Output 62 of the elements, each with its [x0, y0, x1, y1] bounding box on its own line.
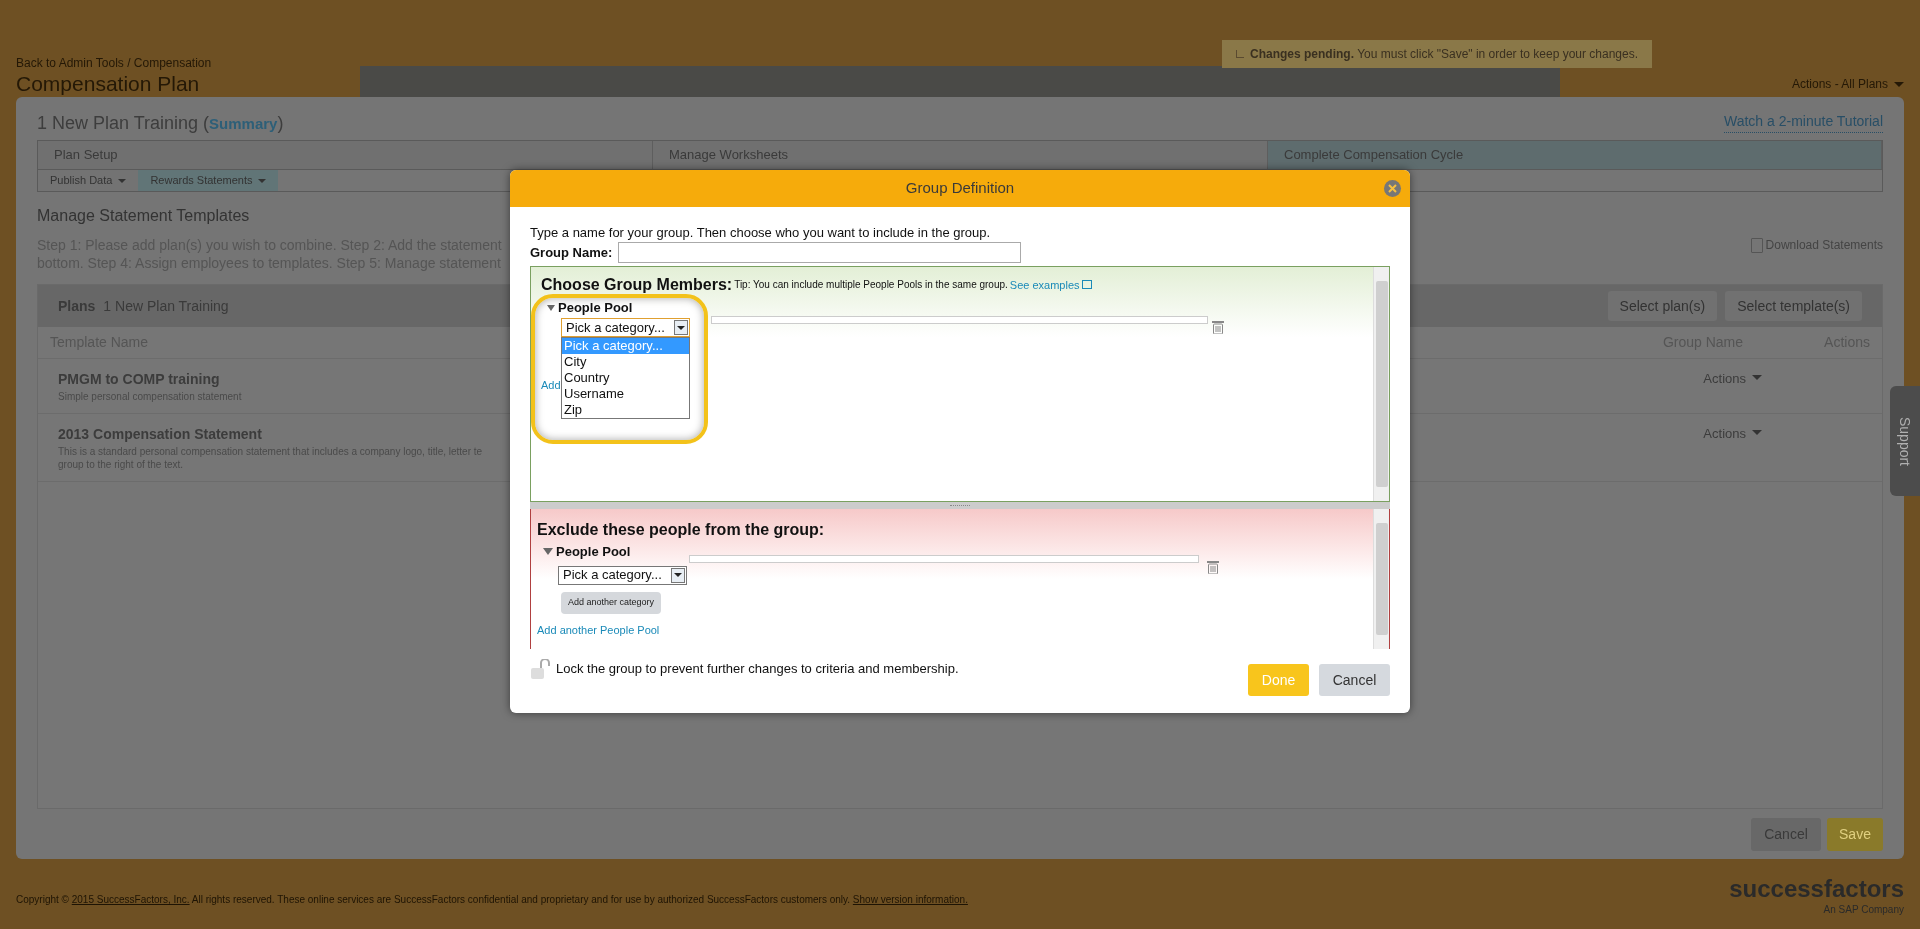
add-link[interactable]: Add [541, 377, 561, 394]
pool-heading: People Pool [558, 299, 633, 317]
dropdown-option[interactable]: Zip [562, 402, 689, 418]
expand-icon[interactable] [543, 548, 553, 556]
add-category-button[interactable]: Add another category [561, 591, 661, 614]
version-link[interactable]: Show version information. [852, 894, 968, 905]
actions-menu[interactable]: Actions [1703, 369, 1762, 387]
trash-icon[interactable] [1212, 320, 1224, 334]
dropdown-option[interactable]: City [562, 354, 689, 370]
section-title: Manage Statement Templates [37, 206, 251, 226]
page-title: Compensation Plan [16, 71, 200, 97]
popup-icon [1081, 280, 1092, 290]
template-name: 2013 Compensation Statement [58, 425, 262, 444]
unlocked-padlock-icon[interactable] [530, 659, 552, 679]
actions-menu[interactable]: Actions - All Plans [1791, 75, 1904, 93]
table-button[interactable]: Select template(s) [1725, 291, 1862, 321]
criteria-field[interactable] [711, 316, 1208, 324]
notice-text: Changes pending. You must click "Save" in order to keep your changes. [1250, 46, 1639, 63]
pool-heading: People Pool [556, 543, 631, 561]
section-heading: Exclude these people from the group: [537, 520, 826, 540]
actions-menu[interactable]: Actions [1703, 424, 1762, 442]
intro-text: Type a name for your group. Then choose who you want to include in the group. [530, 225, 992, 241]
close-icon[interactable] [1384, 180, 1401, 197]
dropdown-option[interactable]: Username [562, 386, 689, 402]
sub-tab[interactable]: Rewards Statements [138, 170, 279, 191]
lock-text: Lock the group to prevent further changes to criteria and membership. [556, 660, 959, 679]
field-label: Group Name: [530, 243, 613, 262]
done-button[interactable]: Done [1248, 664, 1309, 696]
caret-icon [1752, 430, 1762, 435]
support-tab[interactable]: Support [1890, 386, 1920, 496]
scrollbar[interactable] [1373, 267, 1389, 501]
splitter-handle[interactable] [530, 502, 1390, 509]
caret-icon [1752, 375, 1762, 380]
caret-icon [1894, 81, 1904, 87]
document-icon [1750, 237, 1763, 253]
category-dropdown[interactable]: Pick a category... [558, 565, 687, 585]
scrollbar[interactable] [1373, 509, 1389, 649]
plan-title: 1 New Plan Training (Summary) [37, 112, 284, 135]
company-link[interactable]: 2015 SuccessFactors, Inc. [71, 894, 190, 905]
dialog-title: Group Definition [905, 178, 1015, 199]
pending-icon [1236, 50, 1244, 58]
criteria-field[interactable] [689, 555, 1199, 563]
logo: successfactors An SAP Company [1729, 876, 1904, 917]
group-name-field[interactable] [618, 242, 1022, 263]
save-button[interactable]: Save [1827, 818, 1883, 851]
section-heading: Choose Group Members: [541, 276, 733, 294]
template-name: PMGM to COMP training [58, 370, 220, 389]
cancel-button[interactable]: Cancel [1319, 664, 1390, 696]
tip-text: Tip: You can include multiple People Pools in the same group. [734, 278, 1008, 292]
see-examples-link[interactable]: See examples [1009, 276, 1092, 293]
dropdown-option[interactable]: Country [562, 370, 689, 386]
table-button[interactable]: Select plan(s) [1607, 291, 1718, 321]
expand-icon[interactable] [547, 304, 555, 311]
breadcrumb-link[interactable]: Back to Admin Tools / Compensation [16, 54, 212, 72]
caret-icon [118, 178, 127, 183]
copyright-text: Copyright © 2015 SuccessFactors, Inc. All rights reserved. These online services are SuccessFactors confidential and proprietary and for use by authorized SuccessFactors customers only. Show version information. [16, 893, 968, 907]
add-people-pool-link[interactable]: Add another People Pool [537, 621, 1373, 638]
caret-icon [258, 178, 267, 183]
tutorial-link[interactable]: Watch a 2-minute Tutorial [1724, 111, 1883, 133]
category-dropdown[interactable]: Pick a category... [561, 318, 690, 337]
trash-icon[interactable] [1207, 560, 1219, 574]
dropdown-option[interactable]: Pick a category... [562, 338, 689, 354]
